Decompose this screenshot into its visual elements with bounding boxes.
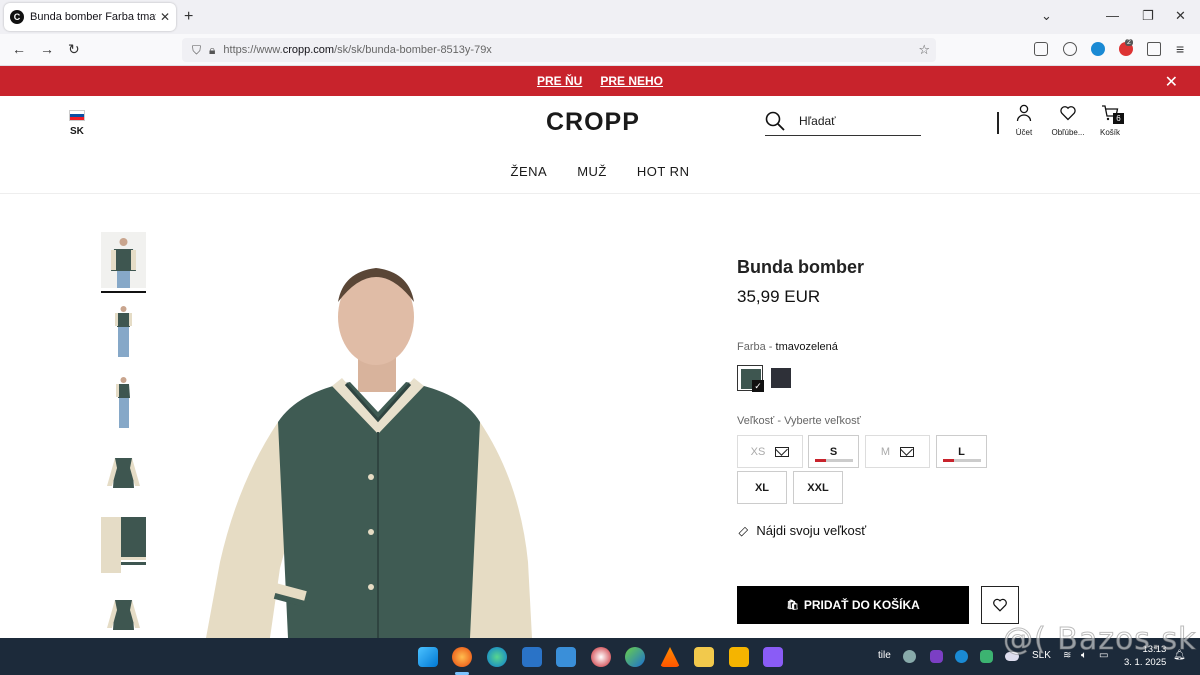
pocket-icon[interactable] [1034, 42, 1048, 56]
color-swatch-dark-green[interactable]: ✓ [737, 365, 764, 392]
close-tab-icon[interactable]: ✕ [160, 10, 170, 24]
app-yellow-icon[interactable] [694, 647, 714, 667]
cart-count-badge: 6 [1113, 113, 1124, 124]
app-red-icon[interactable] [591, 647, 611, 667]
address-bar[interactable]: ⛉ 🔒︎ https://www.cropp.com/sk/sk/bunda-b… [182, 38, 936, 62]
size-guide-link[interactable]: ▭ Nájdi svoju veľkosť [733, 521, 866, 540]
bazos-watermark: @( Bazos.sk [1002, 622, 1197, 658]
size-label: Veľkosť - Vyberte veľkosť [737, 415, 861, 427]
nav-item-zena[interactable]: ŽENA [511, 164, 548, 179]
size-option-xs[interactable]: XS [737, 435, 803, 468]
lock-icon[interactable]: 🔒︎ [209, 43, 215, 58]
shopping-bag-icon: 🛍︎ [786, 599, 799, 611]
selected-color-name: tmavozelená [775, 341, 838, 353]
color-label: Farba - tmavozelená [737, 341, 838, 353]
favorites-label: Obľúbe... [1051, 128, 1085, 137]
size-option-xl[interactable]: XL [737, 471, 787, 504]
size-option-m[interactable]: M [865, 435, 930, 468]
extension-blue-icon[interactable] [1091, 42, 1105, 56]
product-price: 35,99 EUR [737, 287, 821, 306]
bookmark-star-icon[interactable]: ☆ [918, 42, 930, 58]
site-header: SK CROPP Účet Obľúbe... 6 Košík ŽENA MUŽ… [0, 96, 1200, 194]
add-to-cart-button[interactable]: 🛍︎ PRIDAŤ DO KOŠÍKA [737, 586, 969, 624]
promo-link-women[interactable]: PRE ŇU [537, 74, 582, 88]
cart-label: Košík [1099, 128, 1120, 137]
check-icon: ✓ [752, 380, 764, 392]
nav-item-hot-rn[interactable]: HOT RN [637, 164, 690, 179]
add-to-wishlist-button[interactable] [981, 586, 1019, 624]
forward-arrow-icon[interactable]: → [40, 41, 54, 57]
site-favicon-icon: C [10, 10, 24, 24]
tray-skype-icon[interactable] [903, 650, 916, 663]
tray-onenote-icon[interactable] [930, 650, 943, 663]
shield-icon[interactable]: ⛉ [192, 43, 201, 58]
restore-button[interactable]: ❐ [1142, 8, 1154, 24]
account-button[interactable]: Účet [1002, 104, 1046, 137]
user-icon [1016, 104, 1032, 122]
close-window-button[interactable]: ✕ [1175, 8, 1186, 24]
country-selector[interactable]: SK [70, 126, 84, 137]
app-green-icon[interactable] [625, 647, 645, 667]
low-stock-bar [815, 459, 853, 462]
site-logo[interactable]: CROPP [546, 108, 640, 137]
firefox-icon[interactable] [452, 647, 472, 667]
heart-icon [1060, 106, 1076, 121]
account-icon[interactable] [1063, 42, 1077, 56]
browser-nav-bar: ← → ↻ ⛉ 🔒︎ https://www.cropp.com/sk/sk/b… [0, 34, 1200, 66]
search-box [765, 106, 921, 136]
extensions-puzzle-icon[interactable] [1147, 42, 1161, 56]
size-option-xxl[interactable]: XXL [793, 471, 843, 504]
favorites-button[interactable]: Obľúbe... [1046, 104, 1090, 137]
app-icon[interactable] [556, 647, 576, 667]
reload-icon[interactable]: ↻ [68, 41, 80, 58]
new-tab-button[interactable]: + [184, 8, 193, 26]
windows-start-icon[interactable] [418, 647, 438, 667]
notify-envelope-icon[interactable] [775, 446, 790, 457]
account-label: Účet [1015, 128, 1033, 137]
browser-tab[interactable]: C Bunda bomber Farba tmavozelená ✕ [4, 3, 176, 31]
cart-button[interactable]: 6 Košík [1088, 104, 1132, 137]
nav-item-muz[interactable]: MUŽ [577, 164, 607, 179]
size-option-s[interactable]: S [808, 435, 859, 468]
product-thumbnail[interactable] [101, 588, 146, 638]
extension-badge: 2 [1125, 39, 1133, 46]
promo-link-men[interactable]: PRE NEHO [600, 74, 663, 88]
tray-shield-icon[interactable] [980, 650, 993, 663]
tray-text[interactable]: tile [878, 650, 891, 661]
close-icon[interactable]: ✕ [1165, 72, 1178, 92]
ruler-icon: ▭ [733, 521, 752, 540]
heart-icon [993, 598, 1007, 612]
low-stock-bar [943, 459, 981, 462]
slovak-flag-icon[interactable] [69, 110, 85, 121]
store-icon[interactable] [522, 647, 542, 667]
url-text: https://www.cropp.com/sk/sk/bunda-bomber… [223, 44, 492, 56]
color-swatch-dark[interactable] [768, 365, 794, 391]
search-input[interactable] [799, 113, 909, 128]
product-thumbnail[interactable] [101, 517, 146, 573]
product-thumbnail[interactable] [101, 446, 146, 502]
promo-bar: PRE ŇU PRE NEHO ✕ [0, 66, 1200, 96]
browser-tab-bar: C Bunda bomber Farba tmavozelená ✕ + ⌄ —… [0, 0, 1200, 34]
main-navigation: ŽENA MUŽ HOT RN [0, 164, 1200, 179]
product-main-image[interactable] [190, 232, 550, 638]
app-purple-icon[interactable] [763, 647, 783, 667]
size-option-l[interactable]: L [936, 435, 987, 468]
minimize-button[interactable]: — [1106, 8, 1119, 23]
menu-hamburger-icon[interactable]: ≡ [1176, 41, 1184, 57]
back-arrow-icon[interactable]: ← [12, 41, 26, 57]
vlc-icon[interactable] [660, 647, 680, 667]
product-thumbnail[interactable] [101, 374, 146, 430]
tab-title: Bunda bomber Farba tmavozelená [30, 11, 156, 23]
product-thumbnail[interactable] [101, 232, 146, 293]
notify-envelope-icon[interactable] [900, 446, 915, 457]
product-title: Bunda bomber [737, 257, 865, 277]
edge-icon[interactable] [487, 647, 507, 667]
search-icon[interactable] [765, 111, 785, 131]
tray-app-icon[interactable] [955, 650, 968, 663]
tab-list-chevron-icon[interactable]: ⌄ [1041, 8, 1052, 24]
header-divider [997, 112, 999, 134]
file-explorer-icon[interactable] [729, 647, 749, 667]
product-thumbnail[interactable] [101, 303, 146, 359]
